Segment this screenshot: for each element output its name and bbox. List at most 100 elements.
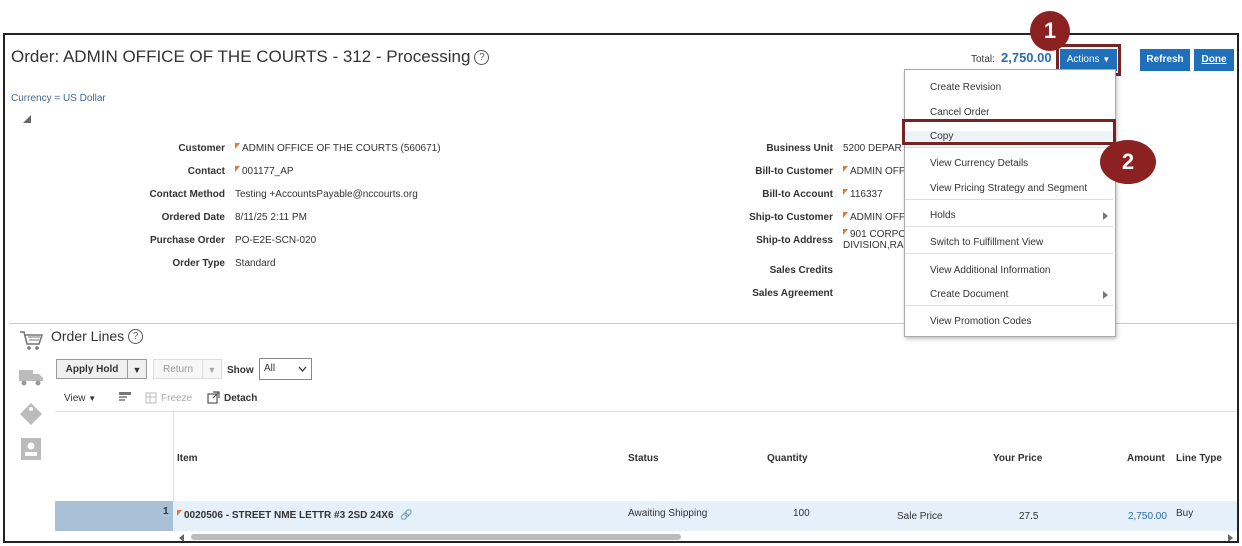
order-lines-title: Order Lines? [51,328,144,344]
row-amount[interactable]: 2,750.00 [1128,511,1167,522]
currency-text: Currency = US Dollar [11,93,106,104]
detail-label: Order Type [172,258,225,269]
truck-icon[interactable] [18,367,44,387]
tag-icon[interactable] [18,401,44,427]
detail-label: Contact [187,166,225,177]
help-icon[interactable]: ? [128,329,144,344]
menu-item-switch-to-fulfillment[interactable]: Switch to Fulfillment View [905,237,1113,248]
chevron-down-icon: ▼ [88,394,97,403]
menu-separator [905,253,1113,254]
contact-card-icon[interactable] [20,437,42,461]
menu-separator [905,305,1113,306]
detail-value: 901 CORPO DIVISION,RAI [843,229,907,251]
menu-item-view-currency-details[interactable]: View Currency Details [905,158,1113,169]
detail-value: 5200 DEPAR [843,143,902,154]
menu-item-create-document[interactable]: Create Document [905,289,1113,300]
column-header-line-type[interactable]: Line Type [1176,453,1222,464]
submenu-arrow-icon [1103,291,1108,299]
callout-highlight-copy [902,119,1116,145]
horizontal-scrollbar[interactable] [175,532,1237,541]
menu-item-view-pricing-strategy[interactable]: View Pricing Strategy and Segment [905,183,1113,194]
format-icon[interactable] [118,391,132,404]
cart-icon[interactable] [18,329,44,351]
menu-item-create-revision[interactable]: Create Revision [905,82,1113,93]
page-title: Order: ADMIN OFFICE OF THE COURTS - 312 … [11,47,490,67]
detail-value: Testing +AccountsPayable@nccourts.org [235,189,418,200]
detail-value: ADMIN OFFI [843,212,908,223]
detail-label: Contact Method [149,189,225,200]
chevron-down-icon: ▼ [132,365,142,375]
callout-badge-1: 1 [1030,11,1070,51]
callout-badge-2: 2 [1100,140,1156,184]
total-value: 2,750.00 [1001,50,1052,65]
flag-icon [843,166,848,172]
detail-value: ADMIN OFFICE OF THE COURTS (560671) [235,143,441,154]
flag-icon [235,166,240,172]
return-dropdown[interactable]: ▼ [202,359,222,379]
order-page: Order: ADMIN OFFICE OF THE COURTS - 312 … [3,33,1239,543]
detail-label: Bill-to Account [762,189,833,200]
menu-separator [905,199,1113,200]
total-label: Total: [971,54,995,65]
detail-label: Sales Credits [769,265,833,276]
freeze-label: Freeze [161,393,193,404]
detach-icon[interactable] [207,391,220,404]
side-icon-bar [10,325,48,541]
grid-column-divider [173,411,174,501]
column-header-status[interactable]: Status [628,453,659,464]
detach-label[interactable]: Detach [224,393,257,404]
column-header-your-price[interactable]: Your Price [993,453,1042,464]
details-right: Business Unit 5200 DEPAR Bill-to Custome… [705,143,908,303]
column-header-quantity[interactable]: Quantity [767,453,808,464]
submenu-arrow-icon [1103,212,1108,220]
freeze-icon[interactable] [145,392,157,404]
actions-menu: Create Revision Cancel Order Copy View C… [904,69,1116,337]
detail-label: Business Unit [766,143,833,154]
detail-value: PO-E2E-SCN-020 [235,235,317,246]
column-header-item[interactable]: Item [177,453,198,464]
help-icon[interactable]: ? [474,50,490,65]
menu-item-view-promotion-codes[interactable]: View Promotion Codes [905,316,1113,327]
collapse-triangle-icon[interactable] [23,115,31,123]
scroll-left-icon[interactable] [179,534,184,541]
detail-label: Ship-to Customer [749,212,833,223]
refresh-button[interactable]: Refresh [1140,49,1190,71]
row-price-type: Sale Price [897,511,943,522]
row-number: 1 [163,506,169,517]
detail-value: 8/11/25 2:11 PM [235,212,307,223]
detail-value: 001177_AP [235,166,294,177]
detail-value: 116337 [843,189,883,200]
detail-label: Ordered Date [161,212,225,223]
menu-item-view-additional-info[interactable]: View Additional Information [905,265,1113,276]
detail-value: Standard [235,258,276,269]
return-button[interactable]: Return [153,359,203,379]
scroll-right-icon[interactable] [1228,534,1233,541]
flag-icon [843,189,848,195]
done-button[interactable]: Done [1194,49,1234,71]
detail-label: Sales Agreement [752,288,833,299]
grid-header-divider [55,411,1237,412]
row-number-cell [55,501,173,531]
flag-icon [843,229,848,235]
row-status: Awaiting Shipping [628,508,708,519]
apply-hold-button[interactable]: Apply Hold [56,359,128,379]
view-menu[interactable]: View ▼ [64,393,96,404]
column-header-amount[interactable]: Amount [1127,453,1165,464]
menu-item-cancel-order[interactable]: Cancel Order [905,107,1113,118]
detail-label: Ship-to Address [756,235,833,246]
menu-item-holds[interactable]: Holds [905,210,1113,221]
menu-separator [905,147,1113,148]
detail-label: Customer [178,143,225,154]
row-item[interactable]: 0020506 - STREET NME LETTR #3 2SD 24X6 🔗 [177,510,413,521]
row-your-price: 27.5 [1019,511,1039,522]
scrollbar-thumb[interactable] [191,534,681,540]
show-select[interactable]: All [259,358,312,380]
row-line-type: Buy [1176,508,1194,519]
menu-separator [905,226,1113,227]
detail-label: Purchase Order [149,235,225,246]
details-left: Customer ADMIN OFFICE OF THE COURTS (560… [95,143,595,283]
flag-icon [235,143,240,149]
row-quantity: 100 [793,508,810,519]
attachment-icon[interactable]: 🔗 [400,510,412,521]
apply-hold-dropdown[interactable]: ▼ [127,359,147,379]
